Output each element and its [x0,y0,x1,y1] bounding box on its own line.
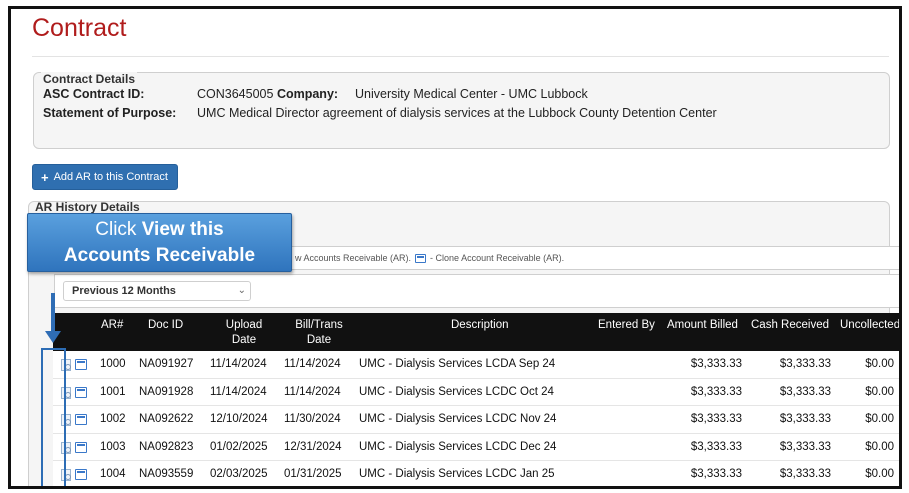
amount-billed: $3,333.33 [690,413,742,425]
description: UMC - Dialysis Services LCDC Oct 24 [359,385,554,398]
asc-contract-value: CON3645005 [197,87,274,101]
ar-history-legend: AR History Details [35,200,140,214]
ar-number: 1004 [100,468,126,480]
uncollected: $0.00 [865,413,894,425]
asc-contract-row: ASC Contract ID: [43,87,144,101]
column-header[interactable]: Uncollected [840,318,899,333]
contract-details-panel: Contract Details ASC Contract ID: CON364… [33,72,890,149]
description: UMC - Dialysis Services LCDA Sep 24 [359,358,556,370]
view-document-icon[interactable] [61,441,71,454]
upload-date: 01/02/2025 [210,440,268,453]
purpose-label: Statement of Purpose: [43,106,177,120]
uncollected: $0.00 [865,385,894,398]
callout-arrow-head [45,331,61,343]
filter-container: Previous 12 Months ⌄ [54,274,899,308]
amount-billed: $3,333.33 [690,468,742,480]
uncollected: $0.00 [865,440,894,453]
doc-id: NA092622 [139,413,194,425]
description: UMC - Dialysis Services LCDC Nov 24 [359,413,557,425]
clone-icon[interactable] [75,386,87,398]
ar-number: 1001 [100,385,126,398]
cash-received: $3,333.33 [779,385,831,398]
doc-id: NA093559 [139,468,194,480]
chevron-down-icon: ⌄ [237,285,246,296]
doc-id: NA091927 [139,358,194,370]
bill-date: 12/31/2024 [284,440,342,453]
purpose-label-row: Statement of Purpose: [43,106,176,120]
amount-billed: $3,333.33 [690,385,742,398]
amount-billed: $3,333.33 [690,440,742,453]
page-title: Contract [32,14,127,42]
add-ar-button[interactable]: + Add AR to this Contract [32,164,178,190]
table-row: 1000 NA091927 11/14/2024 11/14/2024 UMC … [53,351,899,379]
amount-billed: $3,333.33 [690,358,742,370]
description: UMC - Dialysis Services LCDC Dec 24 [359,440,557,453]
column-header[interactable]: Entered By [598,318,655,333]
cash-received: $3,333.33 [779,440,831,453]
table-row: 1002 NA092622 12/10/2024 11/30/2024 UMC … [53,406,899,434]
table-row: 1001 NA091928 11/14/2024 11/14/2024 UMC … [53,378,899,406]
period-select[interactable]: Previous 12 Months ⌄ [63,281,251,301]
upload-date: 11/14/2024 [210,358,267,370]
callout-text-click: Click [95,219,142,240]
contract-details-legend: Contract Details [41,72,138,86]
cash-received: $3,333.33 [779,468,831,480]
uncollected: $0.00 [865,468,894,480]
plus-icon: + [41,169,49,185]
period-select-value: Previous 12 Months [72,285,176,297]
bill-date: 01/31/2025 [284,468,342,480]
column-header[interactable]: Description [451,318,509,333]
doc-id: NA091928 [139,385,194,398]
description: UMC - Dialysis Services LCDC Jan 25 [359,468,555,480]
title-divider [32,56,889,57]
clone-icon[interactable] [75,359,87,370]
column-header[interactable]: AR# [101,318,123,333]
company-label: Company: [276,87,339,101]
column-header[interactable]: Doc ID [148,318,183,333]
legend-view-text: w Accounts Receivable (AR). [295,253,412,263]
callout-line-1: Click View this [28,217,291,243]
uncollected: $0.00 [865,358,894,370]
table-header: AR# Doc ID Upload Date Bill/Trans Date D… [53,313,899,351]
view-document-icon[interactable] [61,386,71,399]
clone-icon[interactable] [75,414,87,425]
bill-date: 11/30/2024 [284,413,341,425]
view-document-icon[interactable] [61,469,71,481]
table-row: 1003 NA092823 01/02/2025 12/31/2024 UMC … [53,433,899,461]
company-value: University Medical Center - UMC Lubbock [355,87,588,101]
upload-date: 02/03/2025 [210,468,268,480]
ar-number: 1002 [100,413,126,425]
bill-date: 11/14/2024 [284,358,341,370]
asc-contract-value-row: CON3645005 Company: University Medical C… [197,87,588,101]
purpose-value: UMC Medical Director agreement of dialys… [197,106,717,120]
clone-icon[interactable] [75,469,87,480]
screenshot-frame: Contract Contract Details ASC Contract I… [8,6,902,489]
add-ar-button-label: Add AR to this Contract [53,171,168,183]
clone-icon [415,253,427,263]
upload-date: 11/14/2024 [210,385,267,398]
clone-icon[interactable] [75,441,87,453]
asc-contract-label: ASC Contract ID: [43,87,145,101]
view-document-icon[interactable] [61,359,71,371]
callout-text-view: View this [141,219,224,240]
purpose-value-row: UMC Medical Director agreement of dialys… [197,106,717,120]
ar-number: 1000 [100,358,126,370]
column-header[interactable]: Bill/Trans Date [291,318,347,348]
column-header[interactable]: Amount Billed [667,318,738,333]
column-header[interactable]: Upload Date [221,318,267,348]
upload-date: 12/10/2024 [210,413,268,425]
column-header[interactable]: Cash Received [751,318,829,333]
ar-number: 1003 [100,440,126,453]
callout-line-2: Accounts Receivable [63,245,256,266]
ar-history-table: AR# Doc ID Upload Date Bill/Trans Date D… [53,313,899,486]
cash-received: $3,333.33 [779,358,831,370]
instruction-callout: Click View this Accounts Receivable [27,213,292,272]
legend-clone-text: - Clone Account Receivable (AR). [430,253,565,263]
cash-received: $3,333.33 [779,413,831,425]
table-row: 1004 NA093559 02/03/2025 01/31/2025 UMC … [53,461,899,486]
view-document-icon[interactable] [61,414,71,426]
doc-id: NA092823 [139,440,194,453]
callout-arrow-shaft [51,293,55,333]
bill-date: 11/14/2024 [284,385,341,398]
